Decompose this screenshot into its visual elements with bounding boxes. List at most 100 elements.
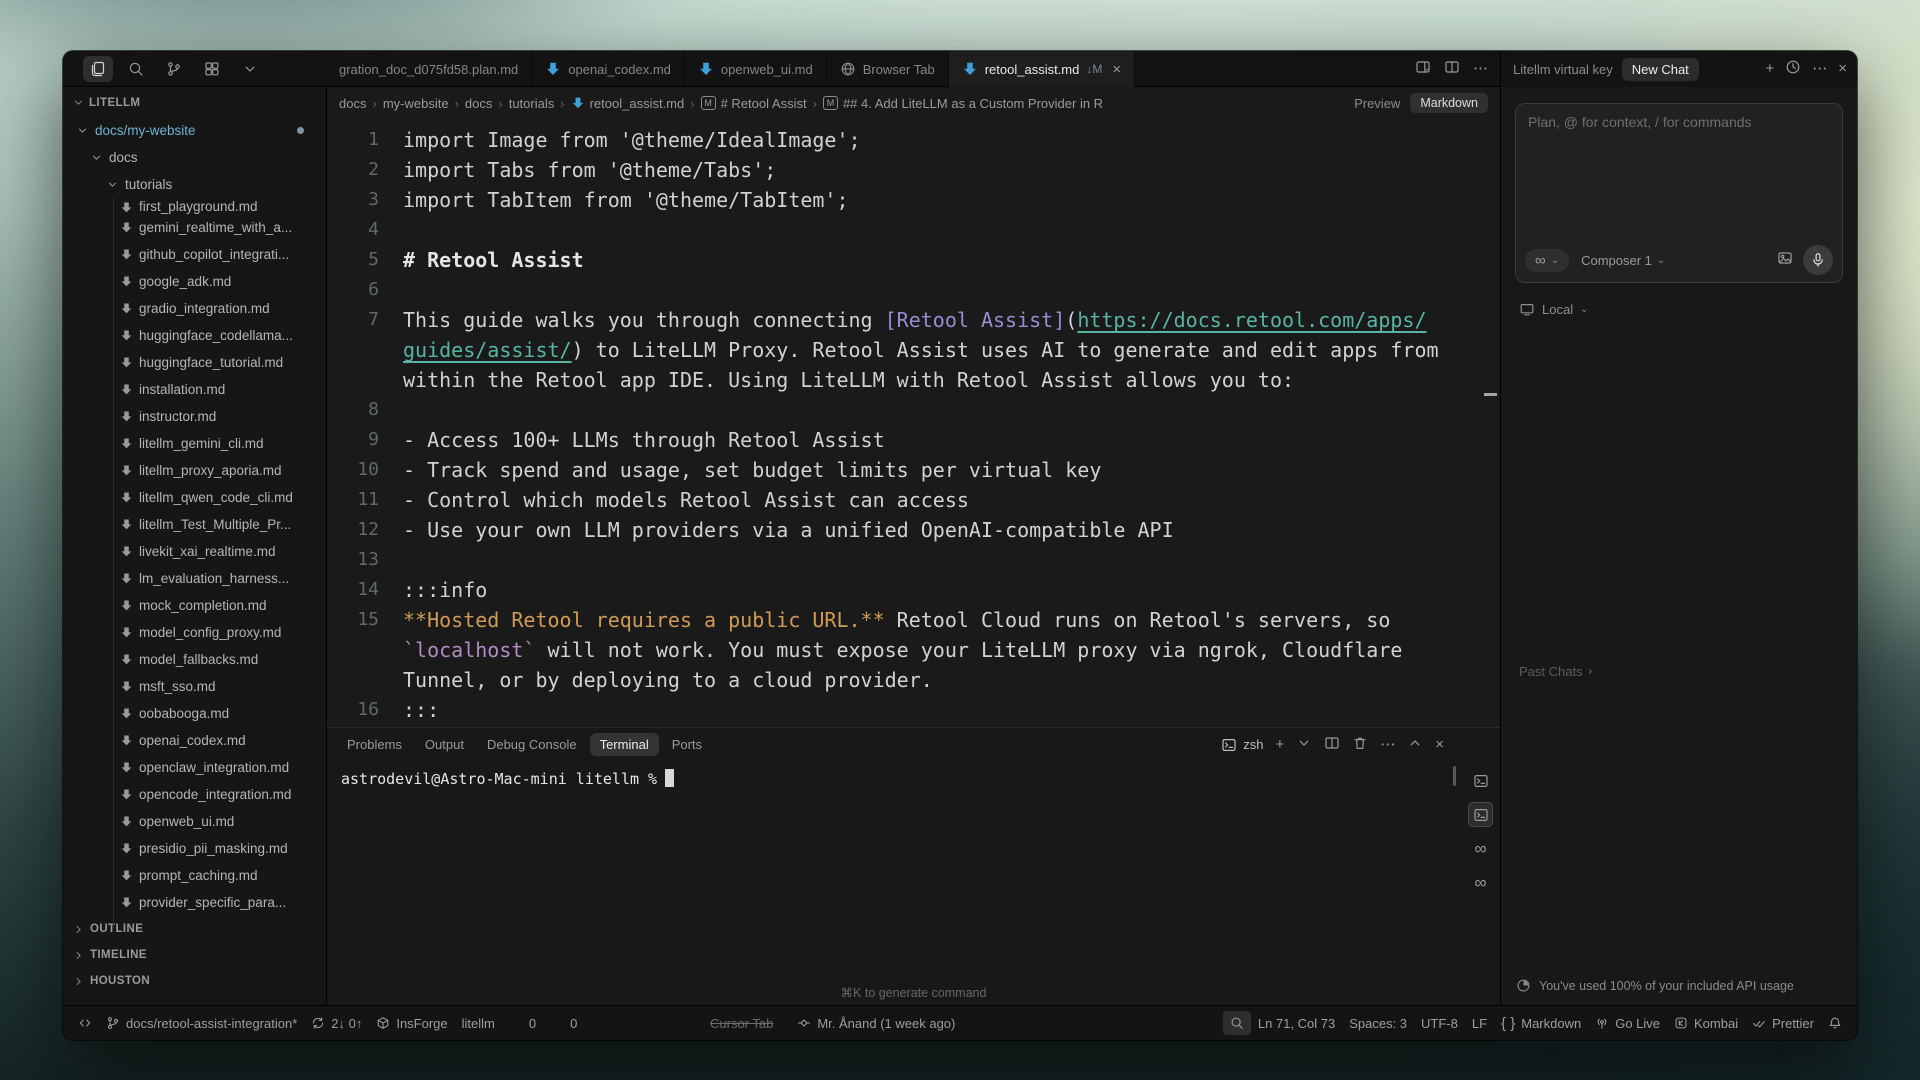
terminal-instance-infinity[interactable]: ∞ — [1468, 870, 1493, 895]
breadcrumb-item-docs[interactable]: docs — [465, 96, 492, 111]
editor-line[interactable]: 10- Track spend and usage, set budget li… — [327, 455, 1500, 485]
status-item-utf-8[interactable]: UTF-8 — [1414, 1011, 1465, 1035]
status-item-markdown[interactable]: { }Markdown — [1494, 1011, 1588, 1035]
chat-input[interactable] — [1528, 114, 1832, 234]
status-item-prettier[interactable]: Prettier — [1745, 1011, 1821, 1035]
breadcrumb-item-retool-assist[interactable]: M# Retool Assist — [701, 96, 807, 111]
folder-item-tutorials[interactable]: tutorials — [63, 171, 326, 198]
tab-openweb-ui-md[interactable]: openweb_ui.md — [685, 51, 827, 87]
terminal-ellipsis-button[interactable]: ⋯ — [1380, 737, 1395, 752]
tab-openai-codex-md[interactable]: openai_codex.md — [532, 51, 685, 87]
status-item-2-0[interactable]: 2↓ 0↑ — [304, 1011, 369, 1035]
terminal-close-button[interactable]: × — [1435, 737, 1444, 752]
editor-line[interactable]: 11- Control which models Retool Assist c… — [327, 485, 1500, 515]
status-item-0[interactable]: 0 — [502, 1011, 543, 1035]
status-item-lf[interactable]: LF — [1465, 1011, 1494, 1035]
mic-button[interactable] — [1803, 245, 1833, 275]
terminal-scrollbar[interactable] — [1453, 766, 1456, 786]
explorer-root-header[interactable]: LITELLM — [63, 88, 326, 117]
status-item-ln-71-col-73[interactable]: Ln 71, Col 73 — [1251, 1011, 1342, 1035]
file-item-openai-codex-md[interactable]: openai_codex.md — [63, 727, 326, 754]
editor-line[interactable]: 7This guide walks you through connecting… — [327, 305, 1500, 335]
activity-files-button[interactable] — [83, 56, 113, 82]
editor-line[interactable]: 3import TabItem from '@theme/TabItem'; — [327, 185, 1500, 215]
file-item-litellm-gemini-cli-md[interactable]: litellm_gemini_cli.md — [63, 430, 326, 457]
editor-line[interactable]: guides/assist/) to LiteLLM Proxy. Retool… — [327, 335, 1500, 365]
editor-line[interactable]: Tunnel, or by deploying to a cloud provi… — [327, 665, 1500, 695]
sidebar-section-houston[interactable]: HOUSTON — [63, 968, 326, 994]
activity-git-branch-button[interactable] — [159, 56, 189, 82]
file-item-prompt-caching-md[interactable]: prompt_caching.md — [63, 862, 326, 889]
status-item-0[interactable]: 0 — [543, 1011, 584, 1035]
file-item-google-adk-md[interactable]: google_adk.md — [63, 268, 326, 295]
shell-chip[interactable]: zsh — [1221, 737, 1263, 753]
file-item-first-playground-md[interactable]: first_playground.md — [63, 198, 326, 214]
past-chats[interactable]: Past Chats › — [1519, 664, 1592, 679]
terminal-split-button[interactable] — [1324, 735, 1340, 754]
sidebar-section-outline[interactable]: OUTLINE — [63, 916, 326, 942]
file-item-instructor-md[interactable]: instructor.md — [63, 403, 326, 430]
file-item-lm-evaluation-harness[interactable]: lm_evaluation_harness... — [63, 565, 326, 592]
editor-line[interactable]: `localhost` will not work. You must expo… — [327, 635, 1500, 665]
terminal-instance-terminal[interactable] — [1468, 802, 1493, 827]
tab-retool-assist-md[interactable]: retool_assist.md↓M× — [949, 51, 1135, 87]
editor-line[interactable]: 5# Retool Assist — [327, 245, 1500, 275]
status-item-docs-retool-assist-integration[interactable]: docs/retool-assist-integration* — [99, 1011, 304, 1035]
mode-badge[interactable]: Markdown — [1410, 93, 1488, 113]
ellipsis-button[interactable]: ⋯ — [1473, 60, 1488, 78]
file-item-provider-specific-para[interactable]: provider_specific_para... — [63, 889, 326, 916]
activity-chevron-down-button[interactable] — [235, 56, 265, 82]
breadcrumb-item-retool-assist-md[interactable]: retool_assist.md — [571, 96, 685, 111]
file-item-oobabooga-md[interactable]: oobabooga.md — [63, 700, 326, 727]
file-item-msft-sso-md[interactable]: msft_sso.md — [63, 673, 326, 700]
file-item-model-fallbacks-md[interactable]: model_fallbacks.md — [63, 646, 326, 673]
file-item-huggingface-codellama[interactable]: huggingface_codellama... — [63, 322, 326, 349]
activity-search-button[interactable] — [121, 56, 151, 82]
panel-tab-debug-console[interactable]: Debug Console — [477, 733, 587, 756]
file-item-mock-completion-md[interactable]: mock_completion.md — [63, 592, 326, 619]
tab-gration-doc-d075fd58-plan-md[interactable]: gration_doc_d075fd58.plan.md — [326, 51, 532, 87]
panel-tab-problems[interactable]: Problems — [337, 733, 412, 756]
file-item-openclaw-integration-md[interactable]: openclaw_integration.md — [63, 754, 326, 781]
editor-line[interactable]: 13 — [327, 545, 1500, 575]
folder-item-docs[interactable]: docs — [63, 144, 326, 171]
file-item-litellm-test-multiple-pr[interactable]: litellm_Test_Multiple_Pr... — [63, 511, 326, 538]
file-item-presidio-pii-masking-md[interactable]: presidio_pii_masking.md — [63, 835, 326, 862]
sidebar-section-timeline[interactable]: TIMELINE — [63, 942, 326, 968]
terminal-instance-terminal[interactable] — [1468, 768, 1493, 793]
editor-line[interactable]: 9- Access 100+ LLMs through Retool Assis… — [327, 425, 1500, 455]
panel-tab-output[interactable]: Output — [415, 733, 474, 756]
file-item-litellm-proxy-aporia-md[interactable]: litellm_proxy_aporia.md — [63, 457, 326, 484]
status-item-kombai[interactable]: Kombai — [1667, 1011, 1745, 1035]
clock-button[interactable] — [1785, 59, 1801, 80]
status-item-bell[interactable] — [1821, 1011, 1849, 1035]
tab-browser-tab[interactable]: Browser Tab — [827, 51, 949, 87]
breadcrumb-item-tutorials[interactable]: tutorials — [509, 96, 555, 111]
close-button[interactable]: × — [1838, 60, 1847, 78]
editor[interactable]: 1import Image from '@theme/IdealImage';2… — [327, 118, 1500, 727]
editor-line[interactable]: within the Retool app IDE. Using LiteLLM… — [327, 365, 1500, 395]
file-item-installation-md[interactable]: installation.md — [63, 376, 326, 403]
close-icon[interactable]: × — [1112, 61, 1121, 78]
panel-tab-ports[interactable]: Ports — [662, 733, 712, 756]
preview-button[interactable]: Preview — [1354, 96, 1400, 111]
breadcrumb-item-my-website[interactable]: my-website — [383, 96, 449, 111]
breadcrumb-item-docs[interactable]: docs — [339, 96, 366, 111]
editor-line[interactable]: 4 — [327, 215, 1500, 245]
split-button[interactable] — [1444, 59, 1460, 80]
terminal-chevron-up-button[interactable] — [1407, 735, 1423, 754]
editor-line[interactable]: 2import Tabs from '@theme/Tabs'; — [327, 155, 1500, 185]
panel-button[interactable] — [1415, 59, 1431, 80]
env-selector[interactable]: Local ⌄ — [1519, 301, 1588, 317]
terminal-content[interactable]: astrodevil@Astro-Mac-mini litellm % — [327, 761, 1500, 788]
editor-line[interactable]: 1import Image from '@theme/IdealImage'; — [327, 125, 1500, 155]
file-item-github-copilot-integrati[interactable]: github_copilot_integrati... — [63, 241, 326, 268]
ellipsis-button[interactable]: ⋯ — [1812, 60, 1827, 78]
editor-line[interactable]: 14:::info — [327, 575, 1500, 605]
editor-line[interactable]: 16::: — [327, 695, 1500, 725]
editor-line[interactable]: 15**Hosted Retool requires a public URL.… — [327, 605, 1500, 635]
terminal-instance-infinity[interactable]: ∞ — [1468, 836, 1493, 861]
attach-image-button[interactable] — [1777, 250, 1793, 271]
git-blame-item[interactable]: Mr. Ånand (1 week ago) — [790, 1011, 962, 1035]
file-item-openweb-ui-md[interactable]: openweb_ui.md — [63, 808, 326, 835]
